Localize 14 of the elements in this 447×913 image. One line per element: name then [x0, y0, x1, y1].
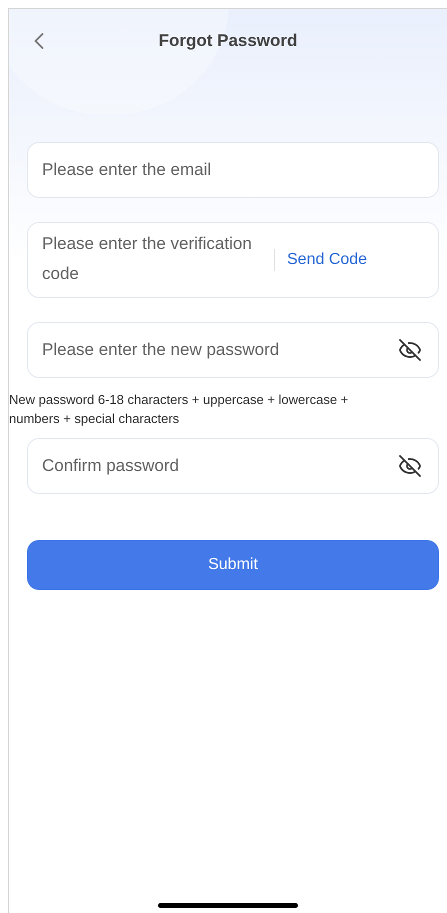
- password-input[interactable]: Confirm password: [42, 439, 396, 493]
- eye-slash-icon: [398, 338, 422, 362]
- visibility-toggle[interactable]: [396, 452, 424, 480]
- verification-code-input[interactable]: Please enter the verification code: [42, 229, 262, 291]
- password-input[interactable]: Please enter the new password: [42, 323, 396, 377]
- submit-button[interactable]: Submit: [27, 540, 439, 590]
- password-field[interactable]: Please enter the new password: [27, 322, 439, 378]
- password-field[interactable]: Confirm password: [27, 438, 439, 494]
- send-code-button[interactable]: Send Code: [287, 248, 368, 272]
- verification-code-field[interactable]: Please enter the verification code Send Code: [27, 222, 439, 298]
- page-title: Forgot Password: [158, 30, 298, 52]
- eye-slash-icon: [398, 454, 422, 478]
- password-hint: New password 6-18 characters + uppercase + lowercase + numbers + special characters: [9, 391, 350, 428]
- visibility-toggle[interactable]: [396, 336, 424, 364]
